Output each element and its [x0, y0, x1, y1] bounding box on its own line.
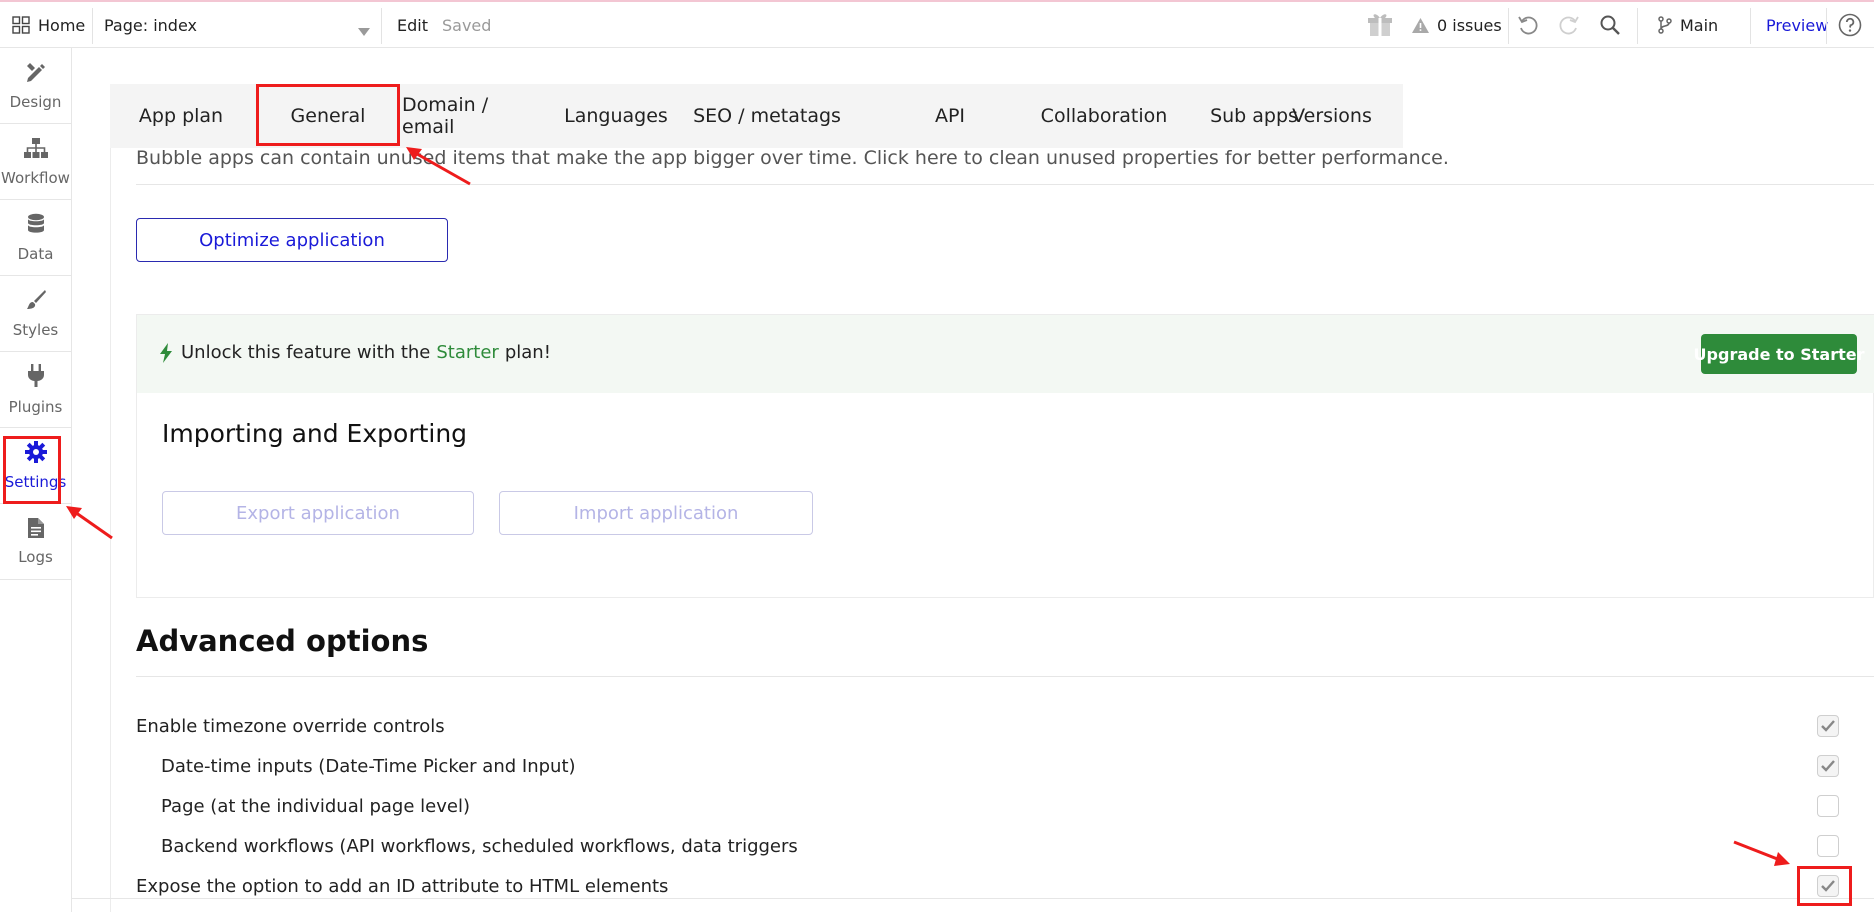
import-export-section: Unlock this feature with the Starter pla… [136, 314, 1874, 598]
annotation-arrow-checkbox [1733, 840, 1790, 866]
branch-label: Main [1680, 15, 1719, 35]
annotation-box-checkbox [1797, 866, 1852, 906]
edit-label: Edit [397, 15, 428, 35]
gift-icon[interactable] [1367, 2, 1393, 48]
option-label-expose-id-attribute: Expose the option to add an ID attribute… [136, 876, 669, 897]
tab-seo-metatags[interactable]: SEO / metatags [690, 84, 844, 148]
divider [1508, 8, 1509, 44]
divider [1637, 8, 1638, 44]
paintbrush-icon [25, 289, 47, 321]
sitemap-icon [23, 137, 48, 169]
edit-mode-button[interactable]: Edit [397, 2, 428, 48]
divider [1750, 8, 1751, 44]
home-label: Home [38, 15, 86, 35]
issues-button[interactable]: 0 issues [1412, 2, 1502, 48]
lightning-bolt-icon [159, 342, 173, 363]
divider [381, 8, 382, 44]
sidebar-item-styles[interactable]: Styles [0, 276, 71, 352]
divider [136, 184, 1874, 185]
timezone-override-checkbox[interactable] [1817, 715, 1839, 737]
upgrade-text-before: Unlock this feature with the [181, 342, 431, 363]
checkmark-icon [1821, 720, 1835, 732]
undo-icon[interactable] [1517, 2, 1539, 48]
option-label-page-level: Page (at the individual page level) [161, 796, 470, 817]
datetime-inputs-checkbox[interactable] [1817, 755, 1839, 777]
settings-panel: App plan General Domain / email Language… [110, 84, 1874, 912]
tab-languages[interactable]: Languages [546, 84, 686, 148]
sidebar-item-label: Styles [12, 320, 59, 339]
option-label-datetime-inputs: Date-time inputs (Date-Time Picker and I… [161, 756, 576, 777]
chevron-down-icon [358, 21, 370, 40]
page-select[interactable]: Page: index [104, 2, 376, 48]
preview-link[interactable]: Preview [1766, 2, 1828, 48]
document-icon [27, 517, 44, 548]
optimize-application-button[interactable]: Optimize application [136, 218, 448, 262]
annotation-box-settings [3, 436, 61, 504]
divider [1826, 8, 1827, 44]
redo-icon[interactable] [1558, 2, 1580, 48]
sidebar-item-design[interactable]: Design [0, 48, 71, 124]
sidebar-item-logs[interactable]: Logs [0, 504, 71, 580]
git-branch-icon [1658, 16, 1672, 34]
tab-app-plan[interactable]: App plan [110, 84, 252, 148]
backend-workflows-checkbox[interactable] [1817, 835, 1839, 857]
tab-versions[interactable]: Versions [1260, 84, 1404, 148]
tab-domain-email[interactable]: Domain / email [402, 84, 542, 148]
sidebar-item-label: Design [9, 92, 62, 111]
page-level-checkbox[interactable] [1817, 795, 1839, 817]
advanced-options-title: Advanced options [136, 624, 429, 658]
export-application-button[interactable]: Export application [162, 491, 474, 535]
apps-grid-icon [12, 16, 30, 34]
search-icon[interactable] [1599, 2, 1621, 48]
annotation-box-general-tab [256, 84, 400, 146]
upgrade-banner: Unlock this feature with the Starter pla… [137, 315, 1874, 393]
option-label-backend-workflows: Backend workflows (API workflows, schedu… [161, 836, 798, 857]
page-select-value: Page: index [104, 15, 197, 35]
saved-status: Saved [442, 15, 492, 35]
divider [136, 676, 1874, 677]
annotation-arrow-general [406, 147, 471, 186]
upgrade-to-starter-button[interactable]: Upgrade to Starter [1694, 334, 1864, 374]
sidebar-item-label: Logs [18, 547, 53, 566]
tab-collaboration[interactable]: Collaboration [1024, 84, 1184, 148]
option-label-timezone-override: Enable timezone override controls [136, 716, 445, 737]
help-icon[interactable] [1838, 2, 1862, 48]
checkmark-icon [1821, 760, 1835, 772]
warning-icon [1412, 17, 1429, 33]
upgrade-plan-name: Starter [436, 342, 499, 363]
sidebar-item-plugins[interactable]: Plugins [0, 352, 71, 428]
design-tools-icon [25, 61, 47, 93]
optimize-description: Bubble apps can contain unused items tha… [136, 147, 1449, 169]
sidebar-item-workflow[interactable]: Workflow [0, 124, 71, 200]
sidebar-item-label: Plugins [8, 397, 63, 416]
database-icon [27, 213, 45, 245]
sidebar-item-label: Workflow [1, 168, 70, 187]
divider [72, 898, 1874, 899]
sidebar-item-data[interactable]: Data [0, 200, 71, 276]
issues-label: 0 issues [1437, 15, 1502, 35]
tab-api[interactable]: API [890, 84, 1010, 148]
sidebar-item-label: Data [17, 244, 54, 263]
import-application-button[interactable]: Import application [499, 491, 813, 535]
import-export-title: Importing and Exporting [162, 419, 468, 448]
annotation-arrow-settings [66, 506, 113, 540]
upgrade-text-after: plan! [504, 342, 551, 363]
top-bar: Home Page: index Edit Saved 0 issues Mai… [0, 0, 1874, 48]
divider [92, 8, 93, 44]
branch-button[interactable]: Main [1658, 2, 1718, 48]
plug-icon [27, 363, 45, 398]
home-button[interactable]: Home [12, 2, 85, 48]
